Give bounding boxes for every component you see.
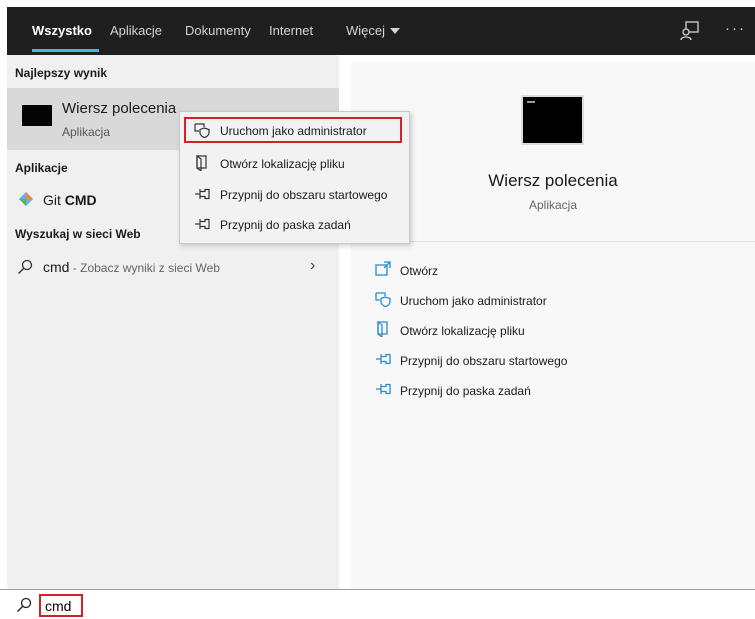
search-bar	[0, 589, 755, 619]
pin-icon	[195, 188, 210, 200]
context-run-as-admin[interactable]: Uruchom jako administrator	[180, 115, 409, 145]
context-open-file-location[interactable]: Otwórz lokalizację pliku	[180, 148, 409, 178]
best-match-subtitle: Aplikacja	[62, 125, 111, 139]
feedback-icon[interactable]	[679, 20, 701, 42]
context-pin-start[interactable]: Przypnij do obszaru startowego	[180, 179, 409, 209]
app-result-bold: CMD	[64, 192, 97, 208]
caret-down-icon	[390, 27, 401, 34]
cmd-icon	[521, 95, 584, 145]
pin-icon	[376, 383, 391, 395]
tab-documents[interactable]: Dokumenty	[185, 7, 251, 55]
run-as-admin-icon	[375, 292, 391, 307]
context-item-label: Przypnij do paska zadań	[220, 218, 351, 232]
open-icon	[375, 261, 391, 276]
app-result-label: Git CMD	[43, 192, 97, 208]
tab-web[interactable]: Internet	[269, 7, 313, 55]
best-match-title: Wiersz polecenia	[62, 100, 177, 117]
file-location-icon	[196, 155, 207, 171]
best-match-heading: Najlepszy wynik	[15, 66, 108, 80]
pin-icon	[195, 218, 210, 230]
tab-all[interactable]: Wszystko	[32, 7, 92, 55]
web-search-suffix: - Zobacz wyniki z sieci Web	[69, 261, 220, 275]
context-menu: Uruchom jako administrator Otwórz lokali…	[179, 111, 410, 244]
more-options-icon[interactable]: ···	[725, 7, 746, 55]
apps-heading: Aplikacje	[15, 161, 68, 175]
action-open[interactable]: Otwórz	[375, 261, 735, 281]
web-search-heading: Wyszukaj w sieci Web	[15, 227, 141, 241]
cmd-icon	[22, 105, 52, 126]
preview-pane: Wiersz polecenia Aplikacja Otwórz Urucho…	[351, 62, 755, 589]
tab-more[interactable]: Więcej	[346, 7, 401, 55]
preview-title: Wiersz polecenia	[488, 171, 618, 190]
active-tab-indicator	[32, 49, 99, 52]
tab-bar: Wszystko Aplikacje Dokumenty Internet Wi…	[7, 7, 755, 55]
git-icon	[19, 192, 33, 206]
action-pin-taskbar[interactable]: Przypnij do paska zadań	[375, 381, 735, 401]
web-search-result[interactable]: cmd - Zobacz wyniki z sieci Web ›	[7, 254, 339, 282]
app-result-prefix: Git	[43, 192, 65, 208]
action-label: Otwórz	[400, 264, 439, 278]
web-search-query: cmd	[43, 259, 70, 275]
action-label: Uruchom jako administrator	[400, 294, 547, 308]
action-label: Przypnij do paska zadań	[400, 384, 531, 398]
tab-apps[interactable]: Aplikacje	[110, 7, 162, 55]
action-pin-start[interactable]: Przypnij do obszaru startowego	[375, 351, 735, 371]
search-input[interactable]	[39, 594, 83, 617]
tab-more-label: Więcej	[346, 23, 386, 38]
action-run-as-admin[interactable]: Uruchom jako administrator	[375, 291, 735, 311]
file-location-icon	[377, 321, 388, 337]
search-icon	[17, 597, 32, 612]
action-open-file-location[interactable]: Otwórz lokalizację pliku	[375, 321, 735, 341]
pin-icon	[376, 353, 391, 365]
divider	[351, 241, 755, 242]
action-label: Przypnij do obszaru startowego	[400, 354, 568, 368]
context-pin-taskbar[interactable]: Przypnij do paska zadań	[180, 209, 409, 239]
web-search-label: cmd - Zobacz wyniki z sieci Web	[43, 259, 220, 275]
chevron-right-icon[interactable]: ›	[310, 257, 315, 275]
context-item-label: Otwórz lokalizację pliku	[220, 157, 345, 171]
run-as-admin-icon	[194, 123, 210, 138]
context-item-label: Uruchom jako administrator	[220, 124, 367, 138]
context-item-label: Przypnij do obszaru startowego	[220, 188, 388, 202]
search-icon	[18, 259, 33, 274]
preview-subtitle: Aplikacja	[528, 198, 578, 212]
action-label: Otwórz lokalizację pliku	[400, 324, 525, 338]
search-header: Wszystko Aplikacje Dokumenty Internet Wi…	[0, 0, 755, 62]
